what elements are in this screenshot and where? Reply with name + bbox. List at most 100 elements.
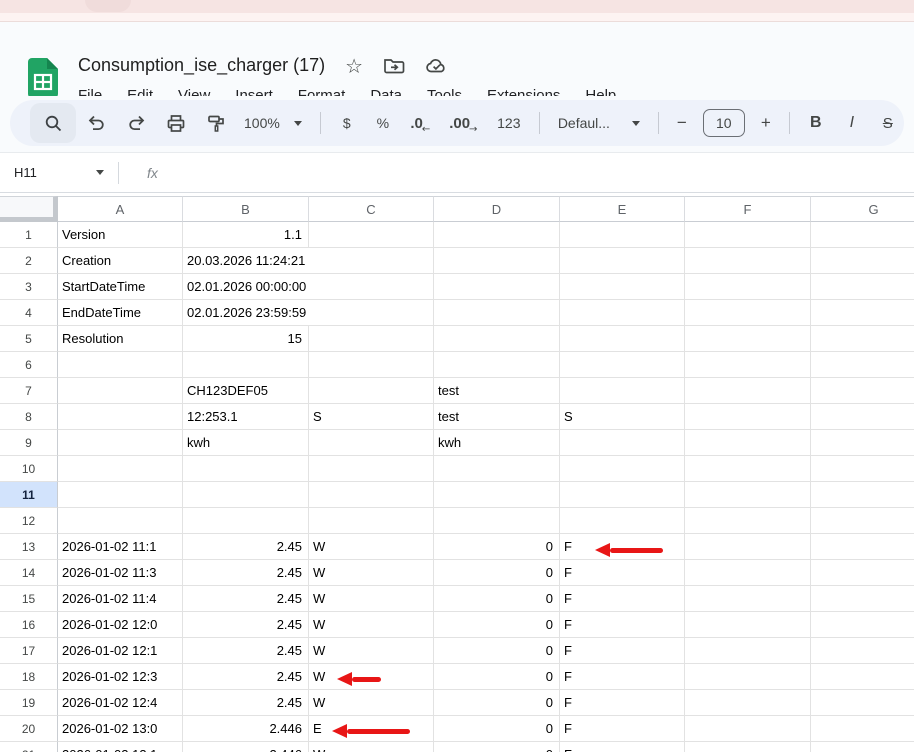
row-header-11[interactable]: 11 <box>0 482 58 508</box>
row-header-19[interactable]: 19 <box>0 690 58 716</box>
row-header-5[interactable]: 5 <box>0 326 58 352</box>
row-header-7[interactable]: 7 <box>0 378 58 404</box>
format-percent-button[interactable]: % <box>365 103 401 143</box>
cell-G3[interactable] <box>811 274 914 300</box>
cell-G21[interactable] <box>811 742 914 752</box>
cell-B9[interactable]: kwh <box>183 430 309 456</box>
cell-D10[interactable] <box>434 456 560 482</box>
cell-B1[interactable]: 1.1 <box>183 222 309 248</box>
cell-A6[interactable] <box>58 352 183 378</box>
column-header-F[interactable]: F <box>685 196 811 222</box>
column-header-A[interactable]: A <box>58 196 183 222</box>
cell-C12[interactable] <box>309 508 434 534</box>
cell-A12[interactable] <box>58 508 183 534</box>
cell-E5[interactable] <box>560 326 685 352</box>
cell-A7[interactable] <box>58 378 183 404</box>
cell-B2[interactable]: 20.03.2026 11:24:21 <box>183 248 309 274</box>
cell-G6[interactable] <box>811 352 914 378</box>
row-header-17[interactable]: 17 <box>0 638 58 664</box>
cell-D6[interactable] <box>434 352 560 378</box>
cell-C4[interactable] <box>309 300 434 326</box>
cell-E11[interactable] <box>560 482 685 508</box>
cell-C17[interactable]: W <box>309 638 434 664</box>
cell-A20[interactable]: 2026-01-02 13:0 <box>58 716 183 742</box>
cell-C10[interactable] <box>309 456 434 482</box>
cell-B16[interactable]: 2.45 <box>183 612 309 638</box>
cell-B20[interactable]: 2.446 <box>183 716 309 742</box>
cell-E6[interactable] <box>560 352 685 378</box>
cell-F21[interactable] <box>685 742 811 752</box>
cell-C5[interactable] <box>309 326 434 352</box>
cell-G7[interactable] <box>811 378 914 404</box>
cell-B15[interactable]: 2.45 <box>183 586 309 612</box>
row-header-15[interactable]: 15 <box>0 586 58 612</box>
cell-D20[interactable]: 0 <box>434 716 560 742</box>
cell-E7[interactable] <box>560 378 685 404</box>
row-header-21[interactable]: 21 <box>0 742 58 752</box>
cell-F15[interactable] <box>685 586 811 612</box>
cell-A13[interactable]: 2026-01-02 11:1 <box>58 534 183 560</box>
cell-B8[interactable]: 12:253.1 <box>183 404 309 430</box>
cell-D14[interactable]: 0 <box>434 560 560 586</box>
row-header-1[interactable]: 1 <box>0 222 58 248</box>
cell-C14[interactable]: W <box>309 560 434 586</box>
cell-B21[interactable]: 2.446 <box>183 742 309 752</box>
cell-D3[interactable] <box>434 274 560 300</box>
cell-E19[interactable]: F <box>560 690 685 716</box>
cell-B6[interactable] <box>183 352 309 378</box>
cell-D18[interactable]: 0 <box>434 664 560 690</box>
cell-G1[interactable] <box>811 222 914 248</box>
row-header-13[interactable]: 13 <box>0 534 58 560</box>
cell-D21[interactable]: 0 <box>434 742 560 752</box>
row-header-16[interactable]: 16 <box>0 612 58 638</box>
cell-B11[interactable] <box>183 482 309 508</box>
cell-F16[interactable] <box>685 612 811 638</box>
cell-F17[interactable] <box>685 638 811 664</box>
cell-C9[interactable] <box>309 430 434 456</box>
cell-G19[interactable] <box>811 690 914 716</box>
cell-F8[interactable] <box>685 404 811 430</box>
cell-F5[interactable] <box>685 326 811 352</box>
cell-G13[interactable] <box>811 534 914 560</box>
cell-A15[interactable]: 2026-01-02 11:4 <box>58 586 183 612</box>
cell-F4[interactable] <box>685 300 811 326</box>
cell-B4[interactable]: 02.01.2026 23:59:59 <box>183 300 309 326</box>
cell-B19[interactable]: 2.45 <box>183 690 309 716</box>
cell-E20[interactable]: F <box>560 716 685 742</box>
row-header-20[interactable]: 20 <box>0 716 58 742</box>
cell-A1[interactable]: Version <box>58 222 183 248</box>
cell-D11[interactable] <box>434 482 560 508</box>
print-button[interactable] <box>156 103 196 143</box>
cell-D13[interactable]: 0 <box>434 534 560 560</box>
cell-C7[interactable] <box>309 378 434 404</box>
chevron-down-icon[interactable] <box>96 170 104 175</box>
cell-B18[interactable]: 2.45 <box>183 664 309 690</box>
decrease-font-size-button[interactable]: − <box>667 113 697 133</box>
row-header-4[interactable]: 4 <box>0 300 58 326</box>
cell-G10[interactable] <box>811 456 914 482</box>
cell-E4[interactable] <box>560 300 685 326</box>
cell-D5[interactable] <box>434 326 560 352</box>
sheets-logo-icon[interactable] <box>27 57 59 99</box>
row-header-12[interactable]: 12 <box>0 508 58 534</box>
cell-G17[interactable] <box>811 638 914 664</box>
cell-C11[interactable] <box>309 482 434 508</box>
cell-G12[interactable] <box>811 508 914 534</box>
cell-D8[interactable]: test <box>434 404 560 430</box>
cell-A9[interactable] <box>58 430 183 456</box>
cell-C1[interactable] <box>309 222 434 248</box>
cell-E12[interactable] <box>560 508 685 534</box>
cell-D16[interactable]: 0 <box>434 612 560 638</box>
format-currency-button[interactable]: $ <box>329 103 365 143</box>
cell-B7[interactable]: CH123DEF05 <box>183 378 309 404</box>
cell-E1[interactable] <box>560 222 685 248</box>
cell-E8[interactable]: S <box>560 404 685 430</box>
column-header-D[interactable]: D <box>434 196 560 222</box>
cell-A2[interactable]: Creation <box>58 248 183 274</box>
row-header-3[interactable]: 3 <box>0 274 58 300</box>
column-header-E[interactable]: E <box>560 196 685 222</box>
paint-format-button[interactable] <box>196 103 236 143</box>
column-header-C[interactable]: C <box>309 196 434 222</box>
row-header-14[interactable]: 14 <box>0 560 58 586</box>
cell-E18[interactable]: F <box>560 664 685 690</box>
